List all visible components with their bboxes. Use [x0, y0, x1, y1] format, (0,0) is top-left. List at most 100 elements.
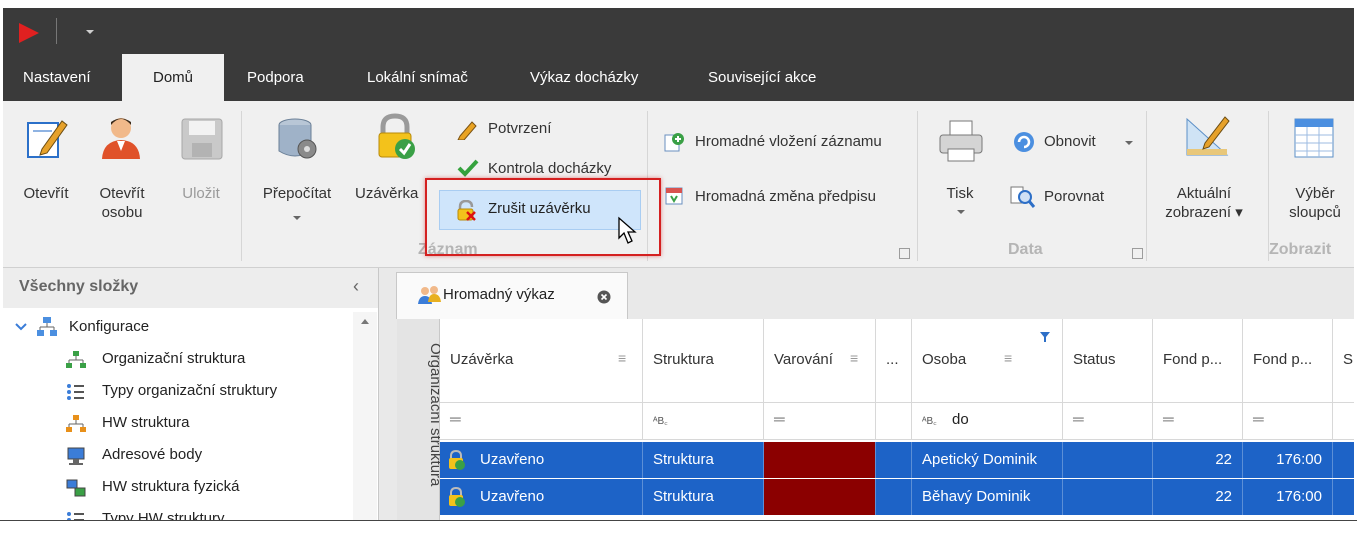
printer-icon[interactable] [937, 117, 985, 165]
row-status: Uzavřeno [480, 451, 545, 468]
highlight-box [425, 178, 661, 256]
filter-cell-struktura[interactable]: ᴬB꜀ [643, 402, 764, 440]
row-warning [764, 479, 876, 515]
tree-item-adresove-body[interactable]: Adresové body [102, 445, 202, 465]
print-button[interactable]: Tisk [938, 184, 982, 203]
open-person-button[interactable]: Otevřít osobu [90, 184, 154, 222]
column-header-uzaverka[interactable]: Uzávěrka ≡ [440, 319, 643, 402]
refresh-dropdown-icon[interactable] [1124, 139, 1134, 147]
column-header-struktura[interactable]: Struktura [643, 319, 764, 402]
document-tab[interactable]: Hromadný výkaz [396, 272, 628, 319]
list-types-icon [67, 384, 84, 400]
group-strip[interactable]: Organizační struktura [397, 319, 444, 520]
bulk-insert-button[interactable]: Hromadné vložení záznamu [695, 132, 882, 152]
data-grid: Uzávěrka ≡ Struktura Varování ≡ ... Osob… [440, 319, 1354, 520]
filter-cell-s[interactable] [1333, 402, 1354, 440]
current-view-icon[interactable] [1183, 113, 1231, 161]
document-tab-title: Hromadný výkaz [443, 286, 555, 303]
folder-panel: Všechny složky ‹ Konfigurace Organizační… [3, 268, 379, 520]
configuration-tree-icon [37, 317, 57, 336]
edit-document-icon[interactable] [22, 115, 70, 163]
tab-domu[interactable]: Domů [122, 54, 224, 101]
column-chooser-button[interactable]: Výběr sloupců [1283, 184, 1347, 222]
record-group-launcher[interactable] [899, 248, 910, 259]
close-tab-icon[interactable] [597, 290, 611, 304]
filter-icon[interactable] [1039, 331, 1051, 343]
data-group-launcher[interactable] [1132, 248, 1143, 259]
bulk-change-icon [665, 187, 683, 205]
tab-souvisejici-akce[interactable]: Související akce [708, 54, 816, 101]
tab-lokalni-snimac[interactable]: Lokální snímač [367, 54, 468, 101]
folder-panel-header: Všechny složky ‹ [3, 268, 378, 308]
column-header-osoba[interactable]: Osoba ≡ [912, 319, 1063, 402]
tree-item-typy-hw[interactable]: Typy HW struktury [102, 509, 225, 520]
bulk-change-button[interactable]: Hromadná změna předpisu [695, 187, 876, 207]
column-chooser-icon[interactable] [1291, 115, 1339, 163]
compare-icon [1010, 186, 1036, 208]
filter-cell-status[interactable]: ═ [1063, 402, 1153, 440]
org-structure-icon [66, 351, 86, 368]
people-icon [418, 286, 441, 304]
hw-structure-icon [66, 415, 86, 432]
group-label-data: Data [1008, 241, 1043, 258]
recalculate-button[interactable]: Přepočítat [255, 184, 339, 203]
refresh-button[interactable]: Obnovit [1044, 132, 1096, 152]
person-icon[interactable] [97, 113, 145, 161]
tree-item-konfigurace[interactable]: Konfigurace [69, 317, 149, 337]
recalculate-dropdown-icon[interactable] [292, 214, 302, 222]
table-row[interactable]: Uzavřeno Struktura Běhavý Dominik 22 176… [440, 479, 1354, 515]
save-button[interactable]: Uložit [171, 184, 231, 203]
row-osoba: Běhavý Dominik [912, 479, 1063, 515]
filter-cell-fond1[interactable]: ═ [1153, 402, 1243, 440]
refresh-icon [1014, 132, 1034, 152]
locked-status-icon [449, 487, 465, 507]
table-row[interactable]: Uzavřeno Struktura Apetický Dominik 22 1… [440, 442, 1354, 478]
folder-panel-title: Všechny složky [19, 278, 139, 295]
closing-button[interactable]: Uzávěrka [355, 184, 425, 203]
column-header-status[interactable]: Status [1063, 319, 1153, 402]
hw-types-icon [67, 512, 84, 520]
address-points-icon [67, 447, 85, 465]
tree-item-org-struktura[interactable]: Organizační struktura [102, 349, 245, 369]
column-header-s[interactable]: S [1333, 319, 1354, 402]
filter-cell-fond2[interactable]: ═ [1243, 402, 1333, 440]
filter-cell-more[interactable] [876, 402, 912, 440]
row-fond1: 22 [1153, 442, 1243, 478]
tab-podpora[interactable]: Podpora [247, 54, 304, 101]
open-button[interactable]: Otevřít [16, 184, 76, 203]
tab-vykaz-dochazky[interactable]: Výkaz docházky [530, 54, 638, 101]
filter-cell-osoba[interactable]: ᴬB꜀ do [912, 402, 1063, 440]
database-recalculate-icon[interactable] [273, 115, 321, 163]
scrollbar[interactable] [353, 312, 377, 520]
expand-chevron-icon[interactable] [15, 322, 27, 332]
row-warning [764, 442, 876, 478]
group-label-view: Zobrazit [1269, 241, 1332, 258]
filter-cell-uzaverka[interactable]: ═ [440, 402, 643, 440]
quick-access-dropdown-icon[interactable] [85, 28, 95, 36]
current-view-button[interactable]: Aktuální zobrazení ▾ [1158, 184, 1250, 222]
text-filter-icon: ᴬB꜀ [653, 416, 668, 427]
column-header-fond1[interactable]: Fond p... [1153, 319, 1243, 402]
app-logo-icon [19, 23, 39, 43]
tree-item-hw-fyzicka[interactable]: HW struktura fyzická [102, 477, 240, 497]
tab-nastaveni[interactable]: Nastavení [23, 54, 91, 101]
column-header-varovani[interactable]: Varování ≡ [764, 319, 876, 402]
filter-cell-varovani[interactable]: ═ [764, 402, 876, 440]
bulk-insert-icon [664, 133, 684, 152]
column-header-fond2[interactable]: Fond p... [1243, 319, 1333, 402]
scroll-up-icon[interactable] [360, 318, 370, 326]
hw-physical-icon [66, 479, 86, 497]
compare-button[interactable]: Porovnat [1044, 187, 1104, 207]
lock-icon[interactable] [371, 113, 419, 161]
attendance-check-button[interactable]: Kontrola docházky [488, 159, 611, 179]
row-status: Uzavřeno [480, 488, 545, 505]
check-icon [457, 159, 479, 177]
confirm-button[interactable]: Potvrzení [488, 119, 551, 139]
collapse-panel-icon[interactable]: ‹ [353, 276, 359, 297]
title-bar [3, 8, 1354, 54]
column-header-more[interactable]: ... [876, 319, 912, 402]
row-fond2: 176:00 [1243, 442, 1333, 478]
tree-item-hw-struktura[interactable]: HW struktura [102, 413, 190, 433]
tree-item-typy-org[interactable]: Typy organizační struktury [102, 381, 277, 401]
print-dropdown-icon[interactable] [956, 208, 966, 216]
